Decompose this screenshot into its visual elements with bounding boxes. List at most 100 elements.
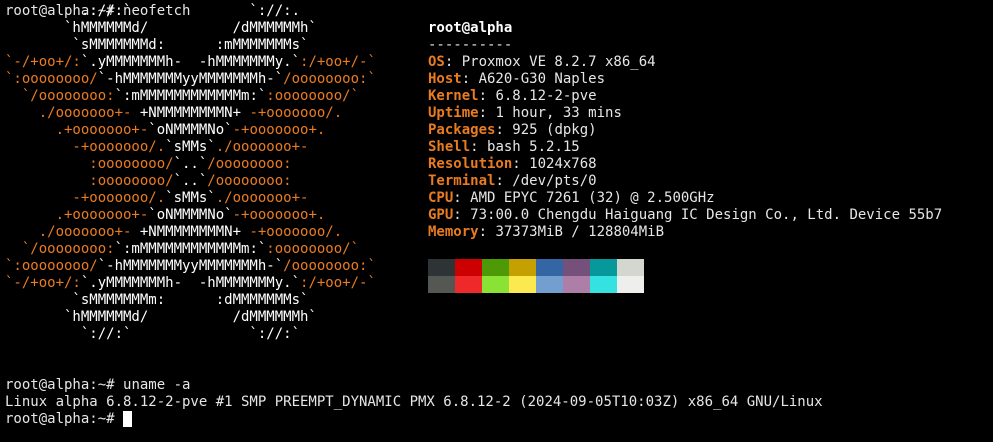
logo-segment: `oNMMMMNo` bbox=[148, 207, 233, 223]
logo-segment: :/+oo+/-` bbox=[300, 275, 376, 291]
palette-bright-swatch-2 bbox=[482, 276, 509, 293]
palette-normal-row bbox=[428, 259, 644, 276]
logo-segment: `-hMMMMMMMyyMMMMMMMh-` bbox=[97, 258, 284, 274]
logo-segment: `.yMMMMMMMh- -hMMMMMMMy.` bbox=[80, 54, 301, 70]
info-key: GPU bbox=[428, 207, 454, 223]
logo-segment: -+ooooooo+. bbox=[232, 207, 326, 223]
logo-segment: ./ooooooo+- bbox=[215, 139, 309, 155]
logo-segment: `.yMMMMMMMh- -hMMMMMMMy.` bbox=[80, 275, 301, 291]
info-row-resolution: Resolution: 1024x768 bbox=[428, 156, 942, 173]
logo-segment: -+ooooooo+. bbox=[232, 122, 326, 138]
logo-segment: .+ooooooo+- bbox=[5, 122, 149, 138]
info-value: 6.8.12-2-pve bbox=[495, 88, 597, 104]
logo-segment: `sMMMMMMMm: :dMMMMMMMs` bbox=[5, 292, 309, 308]
info-row-host: Host: A620-G30 Naples bbox=[428, 71, 942, 88]
palette-bright-swatch-7 bbox=[617, 276, 644, 293]
info-colon: : bbox=[478, 224, 496, 240]
info-key: OS bbox=[428, 54, 445, 70]
info-row-memory: Memory: 37373MiB / 128804MiB bbox=[428, 224, 942, 241]
info-colon: : bbox=[478, 88, 496, 104]
logo-segment: `-/+oo+/: bbox=[5, 54, 81, 70]
title-separator: ---------- bbox=[428, 37, 513, 53]
logo-segment: `sMMs` bbox=[165, 139, 216, 155]
color-palette bbox=[428, 259, 644, 293]
terminal-window[interactable]: root@alpha:~# neofetch .://:` `://:. `hM… bbox=[0, 0, 993, 442]
logo-segment: `-hMMMMMMMyyMMMMMMMh-` bbox=[97, 71, 284, 87]
logo-segment: `..` bbox=[173, 156, 208, 172]
palette-bright-row bbox=[428, 276, 644, 293]
logo-segment: `://:` `://:` bbox=[5, 326, 301, 342]
info-colon: : bbox=[495, 122, 513, 138]
logo-segment: `..` bbox=[173, 173, 208, 189]
info-value: A620-G30 Naples bbox=[478, 71, 606, 87]
info-value: bash 5.2.15 bbox=[487, 139, 580, 155]
user-host-title: root@alpha bbox=[428, 20, 513, 36]
logo-segment: `:mMMMMMMMMMMMMm:` bbox=[114, 88, 267, 104]
info-value: AMD EPYC 7261 (32) @ 2.500GHz bbox=[470, 190, 715, 206]
uname-output: Linux alpha 6.8.12-2-pve #1 SMP PREEMPT_… bbox=[5, 394, 823, 410]
info-row-uptime: Uptime: 1 hour, 33 mins bbox=[428, 105, 942, 122]
palette-bright-swatch-6 bbox=[590, 276, 617, 293]
palette-bright-swatch-5 bbox=[563, 276, 590, 293]
logo-segment: .+ooooooo+- bbox=[5, 207, 149, 223]
info-colon: : bbox=[512, 156, 530, 172]
info-row-cpu: CPU: AMD EPYC 7261 (32) @ 2.500GHz bbox=[428, 190, 942, 207]
logo-segment: +NMMMMMMMMN+ bbox=[139, 105, 250, 121]
logo-segment: `hMMMMMMd/ /dMMMMMMh` bbox=[5, 309, 317, 325]
info-colon: : bbox=[461, 71, 479, 87]
logo-segment: .://:` `://:. bbox=[5, 3, 301, 19]
info-key: Kernel bbox=[428, 88, 479, 104]
info-colon: : bbox=[453, 207, 471, 223]
logo-segment: `sMMs` bbox=[165, 190, 216, 206]
info-key: Uptime bbox=[428, 105, 479, 121]
logo-segment: :oooooooo/` bbox=[266, 88, 360, 104]
logo-segment: `:oooooooo/ bbox=[5, 258, 98, 274]
logo-segment: +NMMMMMMMMN+ bbox=[139, 224, 250, 240]
palette-normal-swatch-1 bbox=[455, 259, 482, 276]
logo-segment: `/oooooooo: bbox=[5, 88, 115, 104]
logo-segment: :/+oo+/-` bbox=[300, 54, 376, 70]
logo-segment: `hMMMMMMd/ /dMMMMMMh` bbox=[5, 20, 317, 36]
prompt-line-uname: root@alpha:~# uname -a bbox=[5, 377, 190, 394]
logo-segment: /oooooooo:` bbox=[283, 258, 376, 274]
logo-segment: /oooooooo: bbox=[207, 156, 292, 172]
logo-segment: :oooooooo/ bbox=[5, 156, 174, 172]
logo-segment: -+ooooooo/. bbox=[5, 190, 166, 206]
info-row-terminal: Terminal: /dev/pts/0 bbox=[428, 173, 942, 190]
info-key: Resolution bbox=[428, 156, 513, 172]
proxmox-ascii-logo: .://:` `://:. `hMMMMMMd/ /dMMMMMMh` `sMM… bbox=[5, 3, 376, 343]
logo-segment: `sMMMMMMMd: :mMMMMMMMs` bbox=[5, 37, 309, 53]
info-row-gpu: GPU: 73:00.0 Chengdu Haiguang IC Design … bbox=[428, 207, 942, 224]
info-value: 925 (dpkg) bbox=[512, 122, 597, 138]
info-value: 1 hour, 33 mins bbox=[495, 105, 622, 121]
info-colon: : bbox=[453, 190, 471, 206]
info-value: 37373MiB / 128804MiB bbox=[495, 224, 665, 240]
info-colon: : bbox=[495, 173, 513, 189]
logo-segment: -+ooooooo/. bbox=[249, 105, 343, 121]
logo-segment: /oooooooo: bbox=[207, 173, 292, 189]
palette-normal-swatch-3 bbox=[509, 259, 536, 276]
logo-segment: `-/+oo+/: bbox=[5, 275, 81, 291]
palette-bright-swatch-4 bbox=[536, 276, 563, 293]
info-value: 73:00.0 Chengdu Haiguang IC Design Co., … bbox=[470, 207, 943, 223]
info-fields: OS: Proxmox VE 8.2.7 x86_64 Host: A620-G3… bbox=[428, 54, 942, 241]
palette-normal-swatch-6 bbox=[590, 259, 617, 276]
logo-segment: `/oooooooo: bbox=[5, 241, 115, 257]
logo-segment: /oooooooo:` bbox=[283, 71, 376, 87]
palette-normal-swatch-7 bbox=[617, 259, 644, 276]
logo-segment: `oNMMMMNo` bbox=[148, 122, 233, 138]
logo-segment: :oooooooo/` bbox=[266, 241, 360, 257]
info-key: Shell bbox=[428, 139, 471, 155]
info-value: /dev/pts/0 bbox=[512, 173, 597, 189]
info-value: Proxmox VE 8.2.7 x86_64 bbox=[461, 54, 656, 70]
logo-segment: ./ooooooo+- bbox=[5, 224, 140, 240]
logo-segment: -+ooooooo/. bbox=[249, 224, 343, 240]
palette-bright-swatch-1 bbox=[455, 276, 482, 293]
info-value: 1024x768 bbox=[529, 156, 597, 172]
palette-normal-swatch-4 bbox=[536, 259, 563, 276]
palette-normal-swatch-0 bbox=[428, 259, 455, 276]
prompt-line-active[interactable]: root@alpha:~# bbox=[5, 411, 133, 428]
info-key: CPU bbox=[428, 190, 454, 206]
logo-segment: `:mMMMMMMMMMMMMm:` bbox=[114, 241, 267, 257]
palette-normal-swatch-2 bbox=[482, 259, 509, 276]
